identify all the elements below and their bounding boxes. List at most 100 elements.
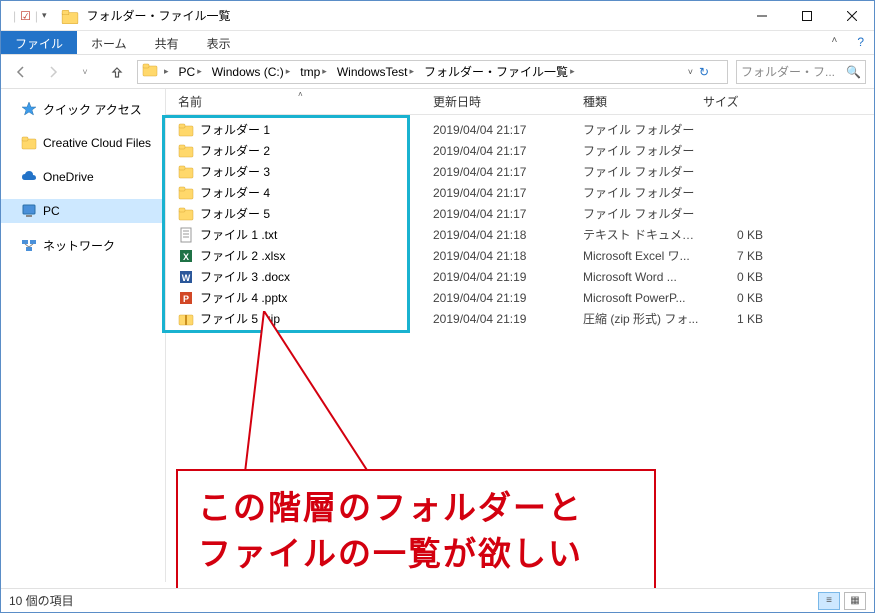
breadcrumb-item[interactable]: フォルダー・ファイル一覧▸ bbox=[420, 61, 579, 82]
folder-icon bbox=[61, 8, 79, 24]
file-size: 7 KB bbox=[703, 249, 783, 263]
help-icon[interactable]: ? bbox=[847, 31, 874, 54]
folder-icon bbox=[178, 164, 194, 180]
title-bar: | ☑ | ▾ フォルダー・ファイル一覧 bbox=[1, 1, 874, 31]
file-size: 0 KB bbox=[703, 270, 783, 284]
breadcrumb-item[interactable]: Windows (C:)▸ bbox=[208, 63, 295, 81]
maximize-button[interactable] bbox=[784, 1, 829, 31]
file-row[interactable]: フォルダー 12019/04/04 21:17ファイル フォルダー bbox=[178, 119, 874, 140]
sidebar-item[interactable]: クイック アクセス bbox=[1, 97, 165, 121]
file-row[interactable]: フォルダー 4 2019/04/04 21:17ファイル フォルダー bbox=[178, 182, 874, 203]
file-name: ファイル 4 .pptx bbox=[200, 289, 287, 306]
sidebar-item[interactable]: ネットワーク bbox=[1, 233, 165, 257]
folder-icon bbox=[142, 62, 158, 81]
file-type: Microsoft Word ... bbox=[583, 270, 703, 284]
file-row[interactable]: ファイル 1 .txt2019/04/04 21:18テキスト ドキュメント0 … bbox=[178, 224, 874, 245]
back-button[interactable] bbox=[9, 60, 33, 84]
sidebar-item-label: クイック アクセス bbox=[43, 101, 142, 118]
search-input[interactable]: フォルダー・フ... 🔍 bbox=[736, 60, 866, 84]
tab-file[interactable]: ファイル bbox=[1, 31, 77, 54]
qat-chevron-icon[interactable]: ▾ bbox=[42, 10, 47, 21]
file-row[interactable]: ファイル 5 .zip2019/04/04 21:19圧縮 (zip 形式) フ… bbox=[178, 308, 874, 329]
svg-text:P: P bbox=[183, 294, 189, 304]
network-icon bbox=[21, 237, 37, 253]
file-type: ファイル フォルダー bbox=[583, 121, 703, 138]
col-type[interactable]: 種類 bbox=[583, 93, 703, 110]
sidebar-item[interactable]: OneDrive bbox=[1, 165, 165, 189]
checkbox-icon[interactable]: ☑ bbox=[20, 9, 31, 23]
sidebar-item-label: OneDrive bbox=[43, 170, 94, 184]
minimize-button[interactable] bbox=[739, 1, 784, 31]
file-name: フォルダー 4 bbox=[200, 184, 270, 201]
file-date: 2019/04/04 21:17 bbox=[433, 207, 583, 221]
folder-icon bbox=[21, 135, 37, 151]
file-list-pane: 名前˄ 更新日時 種類 サイズ フォルダー 12019/04/04 21:17フ… bbox=[166, 89, 874, 582]
file-date: 2019/04/04 21:19 bbox=[433, 270, 583, 284]
zip-icon bbox=[178, 311, 194, 327]
file-type: ファイル フォルダー bbox=[583, 142, 703, 159]
svg-text:X: X bbox=[183, 252, 189, 262]
up-button[interactable] bbox=[105, 60, 129, 84]
star-icon bbox=[21, 101, 37, 117]
sidebar-item[interactable]: Creative Cloud Files bbox=[1, 131, 165, 155]
file-name: ファイル 5 .zip bbox=[200, 310, 280, 327]
chevron-right-icon[interactable]: ▸ bbox=[164, 66, 169, 77]
file-name: フォルダー 3 bbox=[200, 163, 270, 180]
address-row: ˅ ▸ PC▸ Windows (C:)▸ tmp▸ WindowsTest▸ … bbox=[1, 55, 874, 89]
close-button[interactable] bbox=[829, 1, 874, 31]
file-date: 2019/04/04 21:17 bbox=[433, 123, 583, 137]
refresh-icon[interactable]: ↻ bbox=[699, 65, 723, 79]
file-type: テキスト ドキュメント bbox=[583, 226, 703, 243]
file-name: ファイル 2 .xlsx bbox=[200, 247, 285, 264]
file-row[interactable]: Wファイル 3 .docx2019/04/04 21:19Microsoft W… bbox=[178, 266, 874, 287]
callout-line: ファイルの一覧が欲しい bbox=[198, 531, 634, 577]
col-date[interactable]: 更新日時 bbox=[433, 93, 583, 110]
col-size[interactable]: サイズ bbox=[703, 93, 783, 110]
breadcrumb-item[interactable]: WindowsTest▸ bbox=[333, 63, 418, 81]
tab-share[interactable]: 共有 bbox=[141, 31, 193, 54]
tab-home[interactable]: ホーム bbox=[77, 31, 141, 54]
file-date: 2019/04/04 21:18 bbox=[433, 228, 583, 242]
ribbon-collapse-icon[interactable]: ˄ bbox=[821, 31, 847, 54]
file-date: 2019/04/04 21:17 bbox=[433, 186, 583, 200]
file-name: フォルダー 5 bbox=[200, 205, 270, 222]
file-row[interactable]: フォルダー 32019/04/04 21:17ファイル フォルダー bbox=[178, 161, 874, 182]
file-name: ファイル 1 .txt bbox=[200, 226, 277, 243]
address-dropdown-icon[interactable]: ˅ bbox=[684, 67, 697, 77]
sidebar-item-label: Creative Cloud Files bbox=[43, 136, 151, 150]
file-row[interactable]: Xファイル 2 .xlsx2019/04/04 21:18Microsoft E… bbox=[178, 245, 874, 266]
icons-view-button[interactable]: ▦ bbox=[844, 592, 866, 610]
file-row[interactable]: フォルダー 22019/04/04 21:17ファイル フォルダー bbox=[178, 140, 874, 161]
breadcrumb-item[interactable]: PC▸ bbox=[175, 63, 206, 81]
search-icon: 🔍 bbox=[846, 65, 861, 79]
file-type: 圧縮 (zip 形式) フォ... bbox=[583, 310, 703, 327]
file-date: 2019/04/04 21:18 bbox=[433, 249, 583, 263]
status-bar: 10 個の項目 ≡ ▦ bbox=[1, 588, 874, 612]
file-type: ファイル フォルダー bbox=[583, 205, 703, 222]
folder-icon bbox=[178, 122, 194, 138]
recent-dropdown-icon[interactable]: ˅ bbox=[73, 60, 97, 84]
sidebar-item[interactable]: PC bbox=[1, 199, 165, 223]
pptx-icon: P bbox=[178, 290, 194, 306]
cloud-icon bbox=[21, 169, 37, 185]
pc-icon bbox=[21, 203, 37, 219]
file-row[interactable]: Pファイル 4 .pptx2019/04/04 21:19Microsoft P… bbox=[178, 287, 874, 308]
file-date: 2019/04/04 21:17 bbox=[433, 144, 583, 158]
file-size: 0 KB bbox=[703, 291, 783, 305]
details-view-button[interactable]: ≡ bbox=[818, 592, 840, 610]
tab-view[interactable]: 表示 bbox=[193, 31, 245, 54]
file-type: ファイル フォルダー bbox=[583, 184, 703, 201]
forward-button[interactable] bbox=[41, 60, 65, 84]
col-name[interactable]: 名前˄ bbox=[178, 93, 433, 110]
docx-icon: W bbox=[178, 269, 194, 285]
svg-text:W: W bbox=[182, 273, 191, 283]
qat-separator: | bbox=[35, 9, 38, 23]
breadcrumb-item[interactable]: tmp▸ bbox=[296, 63, 331, 81]
status-text: 10 個の項目 bbox=[9, 592, 74, 609]
column-headers: 名前˄ 更新日時 種類 サイズ bbox=[166, 89, 874, 115]
file-date: 2019/04/04 21:17 bbox=[433, 165, 583, 179]
sidebar-item-label: PC bbox=[43, 204, 60, 218]
address-bar[interactable]: ▸ PC▸ Windows (C:)▸ tmp▸ WindowsTest▸ フォ… bbox=[137, 60, 728, 84]
folder-icon bbox=[178, 206, 194, 222]
file-row[interactable]: フォルダー 5 2019/04/04 21:17ファイル フォルダー bbox=[178, 203, 874, 224]
